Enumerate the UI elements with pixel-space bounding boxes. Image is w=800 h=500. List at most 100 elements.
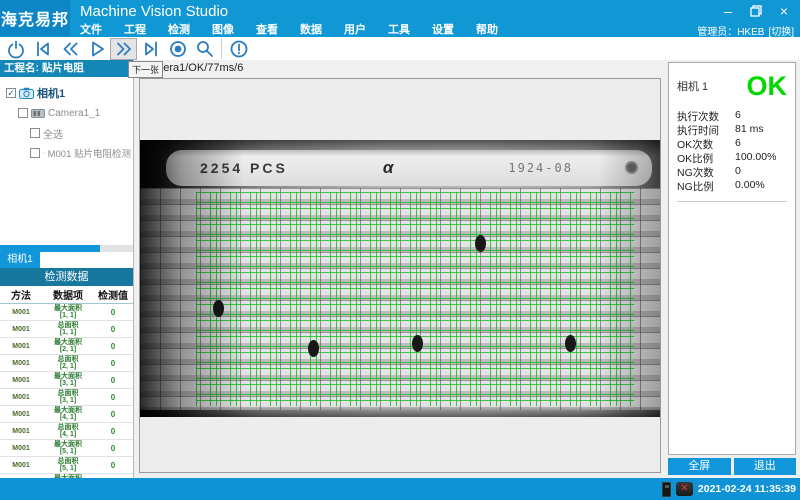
method-cell: M001 (0, 428, 42, 435)
close-button[interactable]: × (774, 2, 794, 20)
stat-value: 81 ms (735, 123, 787, 137)
column-value: 检测值 (94, 287, 132, 302)
next-image-icon (114, 39, 134, 59)
minimize-button[interactable]: – (718, 2, 738, 20)
menu-item-4[interactable]: 查看 (256, 21, 278, 37)
menu-item-5[interactable]: 数据 (300, 21, 322, 37)
tree-item-camera-device[interactable]: Camera1_1 (2, 103, 131, 123)
menu-bar: 文件 工程 检测 图像 查看 数据 用户 工具 设置 帮助 (80, 21, 498, 37)
info-icon (229, 39, 249, 59)
next-image-button[interactable] (110, 38, 137, 60)
item-index: [2, 1] (42, 363, 94, 370)
table-row[interactable]: M001 最大面积 [3, 1] 0 (0, 372, 133, 389)
table-row[interactable]: M001 最大面积 [2, 1] 0 (0, 338, 133, 355)
stats-top-row: 相机 1 OK (677, 73, 787, 99)
first-image-icon (33, 39, 53, 59)
detect-table-header: 方法 数据项 检测值 (0, 286, 133, 304)
stats-panel: 相机 1 OK 执行次数 6 执行时间 81 ms OK次数 6 OK比例 10… (668, 62, 796, 455)
item-name: 最大面积 (42, 441, 94, 448)
item-cell: 总面积 [3, 1] (42, 390, 94, 404)
stat-row: OK次数 6 (677, 137, 787, 151)
table-row[interactable]: M001 总面积 [4, 1] 0 (0, 423, 133, 440)
run-button[interactable] (83, 38, 110, 60)
item-name: 总面积 (42, 424, 94, 431)
method-cell: M001 (0, 394, 42, 401)
table-row[interactable]: M001 总面积 [5, 1] 0 (0, 457, 133, 474)
tree-label: Camera1_1 (48, 108, 100, 119)
item-cell: 总面积 [4, 1] (42, 424, 94, 438)
table-row[interactable]: M001 总面积 [1, 1] 0 (0, 321, 133, 338)
checkbox-unchecked[interactable] (30, 128, 40, 138)
menu-item-0[interactable]: 文件 (80, 21, 102, 37)
menu-item-8[interactable]: 设置 (432, 21, 454, 37)
item-name: 最大面积 (42, 305, 94, 312)
item-name: 最大面积 (42, 339, 94, 346)
camera-image: 2254 PCS α 1924-08 (140, 140, 660, 417)
column-item: 数据项 (42, 287, 94, 302)
checkbox-unchecked[interactable] (30, 148, 40, 158)
method-cell: M001 (0, 377, 42, 384)
menu-item-9[interactable]: 帮助 (476, 21, 498, 37)
value-cell: 0 (94, 359, 132, 368)
status-right-zone: ✕ 2021-02-24 11:35:39 (662, 478, 798, 500)
menu-item-6[interactable]: 用户 (344, 21, 366, 37)
value-cell: 0 (94, 342, 132, 351)
checkbox-checked[interactable]: ✓ (6, 88, 16, 98)
item-name: 总面积 (42, 390, 94, 397)
camera-icon (19, 87, 34, 99)
checkbox-unchecked[interactable] (18, 108, 28, 118)
power-button[interactable] (2, 38, 29, 60)
zoom-button[interactable] (191, 38, 218, 60)
restore-button[interactable] (746, 2, 766, 20)
empty-pocket (412, 335, 423, 352)
menu-item-7[interactable]: 工具 (388, 21, 410, 37)
image-viewer[interactable]: 2254 PCS α 1924-08 (139, 78, 661, 473)
item-name: 总面积 (42, 458, 94, 465)
item-index: [3, 1] (42, 380, 94, 387)
tree-label: M001 贴片电阻检测 (48, 146, 131, 160)
scrollbar-thumb[interactable] (0, 245, 100, 252)
capture-button[interactable] (164, 38, 191, 60)
table-row[interactable]: M001 最大面积 [4, 1] 0 (0, 406, 133, 423)
tree-item-camera-group[interactable]: ✓ 相机1 (2, 83, 131, 103)
horizontal-scrollbar[interactable] (0, 245, 133, 252)
item-index: [1, 1] (42, 329, 94, 336)
item-index: [3, 1] (42, 397, 94, 404)
info-button[interactable] (225, 38, 252, 60)
zoom-icon (195, 39, 215, 59)
table-row[interactable]: M001 总面积 [3, 1] 0 (0, 389, 133, 406)
item-cell: 最大面积 [2, 1] (42, 339, 94, 353)
camera1-tab[interactable]: 相机1 (0, 252, 40, 268)
table-row[interactable]: M001 最大面积 [5, 1] 0 (0, 440, 133, 457)
toolbar-separator (221, 39, 222, 59)
item-cell: 最大面积 [3, 1] (42, 373, 94, 387)
value-cell: 0 (94, 325, 132, 334)
stats-rows: 执行次数 6 执行时间 81 ms OK次数 6 OK比例 100.00% NG… (677, 109, 787, 193)
exit-button[interactable]: 退出 (734, 458, 797, 475)
switch-user-link[interactable]: [切换] (768, 23, 794, 38)
table-row[interactable]: M001 最大面积 [1, 1] 0 (0, 304, 133, 321)
stat-label: NG比例 (677, 179, 735, 193)
first-image-button[interactable] (29, 38, 56, 60)
tray-count-text: 2254 PCS (200, 160, 288, 176)
menu-item-1[interactable]: 工程 (124, 21, 146, 37)
tree-item-select-all[interactable]: 全选 (2, 123, 131, 143)
stat-label: 执行次数 (677, 109, 735, 123)
stat-value: 6 (735, 137, 787, 151)
tray-hole (625, 161, 638, 174)
tree-item-module[interactable]: M001 贴片电阻检测 (2, 143, 131, 163)
prev-image-button[interactable] (56, 38, 83, 60)
stat-row: 执行次数 6 (677, 109, 787, 123)
stat-row: 执行时间 81 ms (677, 123, 787, 137)
tray-logo-mark: α (383, 158, 394, 178)
menu-item-2[interactable]: 检测 (168, 21, 190, 37)
item-cell: 最大面积 [1, 1] (42, 305, 94, 319)
detect-data-title: 检测数据 (0, 268, 133, 286)
item-index: [5, 1] (42, 465, 94, 472)
empty-pocket (308, 340, 319, 357)
table-row[interactable]: M001 总面积 [2, 1] 0 (0, 355, 133, 372)
last-image-button[interactable] (137, 38, 164, 60)
prev-image-icon (60, 39, 80, 59)
menu-item-3[interactable]: 图像 (212, 21, 234, 37)
fullscreen-button[interactable]: 全屏 (668, 458, 731, 475)
